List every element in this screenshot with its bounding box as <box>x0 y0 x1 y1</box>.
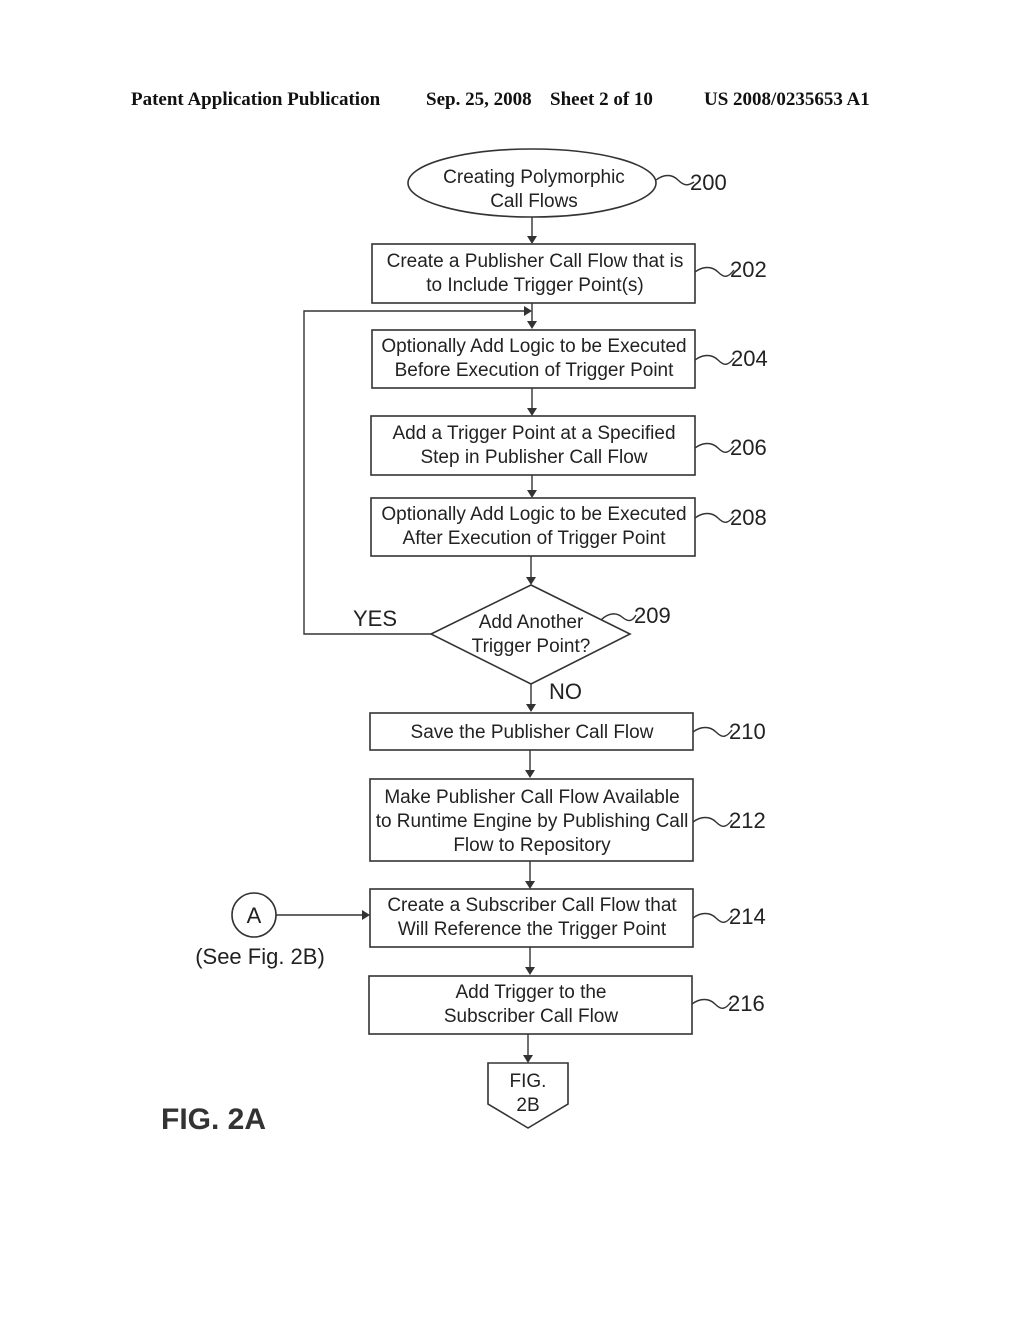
arrowhead <box>525 770 535 778</box>
arrowhead <box>527 408 537 416</box>
ref-number: 209 <box>634 603 671 628</box>
ref-number: 208 <box>730 505 767 530</box>
ref-number: 216 <box>728 991 765 1016</box>
no-label: NO <box>549 679 582 704</box>
arrowhead <box>527 490 537 498</box>
node-text: Create a Subscriber Call Flow that <box>387 895 677 916</box>
node-214: Create a Subscriber Call Flow that Will … <box>369 888 766 948</box>
arrowhead <box>527 236 537 244</box>
leader-line <box>600 613 637 622</box>
arrowhead <box>526 704 536 712</box>
node-text: Before Execution of Trigger Point <box>395 360 675 381</box>
arrowhead <box>525 881 535 889</box>
node-text: Make Publisher Call Flow Available <box>384 787 679 808</box>
node-start: Creating Polymorphic Call Flows 200 <box>407 148 727 218</box>
node-text: Add Another <box>479 612 584 633</box>
connector-note: (See Fig. 2B) <box>195 944 325 969</box>
arrowhead <box>523 1055 533 1063</box>
node-text: Save the Publisher Call Flow <box>411 722 654 743</box>
figure-label: FIG. 2A <box>161 1103 266 1136</box>
node-209: Add Another Trigger Point? 209 YES NO <box>353 584 671 704</box>
node-216: Add Trigger to the Subscriber Call Flow … <box>368 975 765 1035</box>
offpage-text: 2B <box>516 1095 539 1116</box>
node-text: Step in Publisher Call Flow <box>420 447 647 468</box>
node-text: Create a Publisher Call Flow that is <box>387 251 684 272</box>
node-204: Optionally Add Logic to be Executed Befo… <box>371 329 768 389</box>
node-text: Optionally Add Logic to be Executed <box>381 504 686 525</box>
node-text: Add Trigger to the <box>455 982 606 1003</box>
flowchart: Creating Polymorphic Call Flows 200 Crea… <box>161 148 768 1136</box>
node-202: Create a Publisher Call Flow that is to … <box>371 243 767 304</box>
arrowhead <box>524 306 532 316</box>
leader-line <box>694 354 735 365</box>
leader-line <box>692 912 733 923</box>
node-text: to Runtime Engine by Publishing Call <box>376 811 689 832</box>
leader-line <box>694 512 735 523</box>
decision-diamond <box>429 584 632 685</box>
ref-number: 202 <box>730 257 767 282</box>
ref-number: 210 <box>729 719 766 744</box>
node-text: Subscriber Call Flow <box>444 1006 618 1027</box>
ref-number: 204 <box>731 346 768 371</box>
node-text: Will Reference the Trigger Point <box>398 919 667 940</box>
node-text: to Include Trigger Point(s) <box>426 275 644 296</box>
offpage-connector-fig2b: FIG. 2B <box>487 1062 569 1129</box>
node-text: Optionally Add Logic to be Executed <box>381 336 686 357</box>
offpage-text: FIG. <box>510 1071 547 1092</box>
connector-label: A <box>247 903 262 928</box>
leader-line <box>694 266 735 277</box>
leader-line <box>694 442 735 453</box>
ref-number: 206 <box>730 435 767 460</box>
ref-number: 200 <box>690 170 727 195</box>
yes-label: YES <box>353 606 397 631</box>
arrowhead <box>525 967 535 975</box>
node-text: Flow to Repository <box>453 835 611 856</box>
node-text: Call Flows <box>490 191 578 212</box>
arrowhead <box>527 321 537 329</box>
node-text: Add a Trigger Point at a Specified <box>392 423 675 444</box>
node-206: Add a Trigger Point at a Specified Step … <box>370 415 767 476</box>
ref-number: 214 <box>729 904 766 929</box>
node-208: Optionally Add Logic to be Executed Afte… <box>370 497 767 557</box>
leader-line <box>692 816 733 827</box>
node-212: Make Publisher Call Flow Available to Ru… <box>369 778 766 862</box>
leader-line <box>692 726 733 737</box>
node-text: Creating Polymorphic <box>443 167 625 188</box>
node-text: After Execution of Trigger Point <box>403 528 667 549</box>
ref-number: 212 <box>729 808 766 833</box>
node-210: Save the Publisher Call Flow 210 <box>369 712 766 751</box>
arrowhead <box>362 910 370 920</box>
arrowhead <box>526 577 536 585</box>
leader-line <box>691 998 732 1009</box>
node-text: Trigger Point? <box>472 636 591 657</box>
connector-a: A (See Fig. 2B) <box>195 892 370 969</box>
leader-line <box>655 174 695 186</box>
